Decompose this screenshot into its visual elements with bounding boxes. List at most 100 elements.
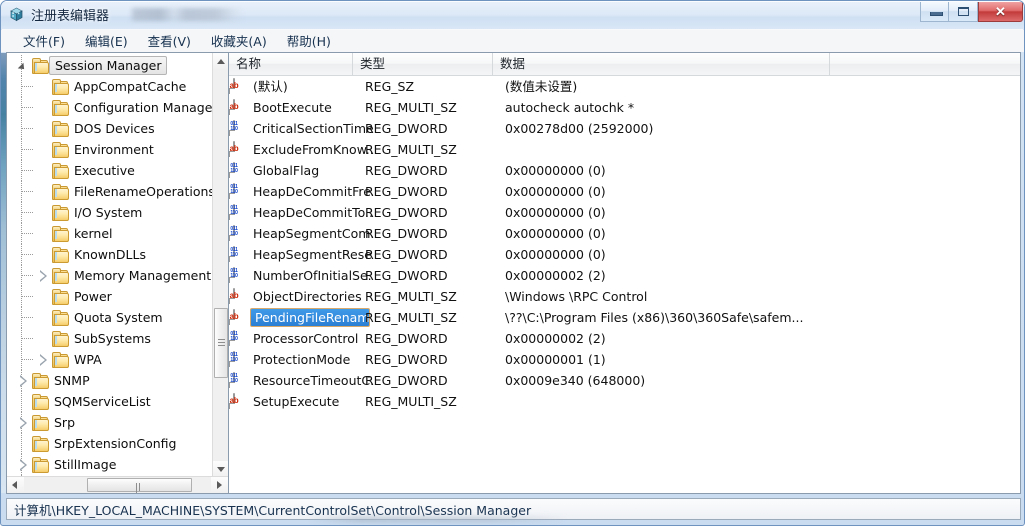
values-column-header: 名称 类型 数据 bbox=[229, 53, 1020, 76]
table-row[interactable]: 011 110 GlobalFlag REG_DWORD 0x00000000 (0) bbox=[229, 160, 1020, 181]
registry-editor-window: 注册表编辑器 ✕ 文件(F) 编辑(E) 查看(V) 收藏夹(A) 帮助(H) … bbox=[0, 0, 1025, 526]
tree-node-dos-devices[interactable]: DOS Devices bbox=[7, 118, 212, 139]
folder-icon bbox=[51, 79, 69, 95]
string-value-icon: ab bbox=[230, 288, 248, 304]
tree-node-session-manager[interactable]: Session Manager bbox=[7, 55, 212, 76]
tree-node-knowndlls[interactable]: KnownDLLs bbox=[7, 244, 212, 265]
tree-node-label: Session Manager bbox=[49, 56, 168, 75]
scroll-right-arrow-icon[interactable] bbox=[211, 477, 228, 493]
dword-value-icon: 011 110 bbox=[230, 351, 248, 367]
tree-indent-guide bbox=[7, 454, 22, 475]
tree-node-stillimage[interactable]: StillImage bbox=[7, 454, 212, 475]
tree-node-power[interactable]: Power bbox=[7, 286, 212, 307]
menu-edit[interactable]: 编辑(E) bbox=[75, 29, 138, 53]
table-row[interactable]: 011 110 HeapDeCommitFre... REG_DWORD 0x00000… bbox=[229, 181, 1020, 202]
tree-node-environment[interactable]: Environment bbox=[7, 139, 212, 160]
collapse-arrow-icon[interactable] bbox=[17, 55, 31, 76]
value-name: BootExecute bbox=[253, 100, 332, 115]
table-row[interactable]: ab ExcludeFromKnow... REG_MULTI_SZ bbox=[229, 139, 1020, 160]
value-name: SetupExecute bbox=[253, 394, 340, 409]
tree-node-filerenameoperations[interactable]: FileRenameOperations bbox=[7, 181, 212, 202]
value-name: PendingFileRenam... bbox=[250, 308, 370, 327]
expand-arrow-icon[interactable] bbox=[17, 370, 31, 391]
table-row[interactable]: ab PendingFileRenam... REG_MULTI_SZ \??\C:\… bbox=[229, 307, 1020, 328]
expand-arrow-icon[interactable] bbox=[17, 454, 31, 475]
values-row-list: ab (默认) REG_SZ (数值未设置) ab BootExecute REG_MULT… bbox=[229, 76, 1020, 493]
column-type[interactable]: 类型 bbox=[353, 53, 493, 75]
close-button[interactable]: ✕ bbox=[978, 2, 1023, 22]
table-row[interactable]: ab SetupExecute REG_MULTI_SZ bbox=[229, 391, 1020, 412]
table-row[interactable]: 011 110 ResourceTimeoutC... REG_DWORD 0x0009… bbox=[229, 370, 1020, 391]
tree-indent-guide bbox=[7, 412, 22, 433]
tree-node-executive[interactable]: Executive bbox=[7, 160, 212, 181]
table-row[interactable]: ab ObjectDirectories REG_MULTI_SZ \Windows … bbox=[229, 286, 1020, 307]
menu-help[interactable]: 帮助(H) bbox=[277, 29, 341, 53]
tree-vscroll-thumb[interactable] bbox=[214, 308, 228, 378]
value-data: 0x00000000 (0) bbox=[505, 163, 606, 178]
expand-arrow-icon[interactable] bbox=[17, 412, 31, 433]
scrollbar-grip-icon bbox=[218, 339, 225, 347]
tree-indent-guide bbox=[7, 286, 37, 307]
tree-node-snmp[interactable]: SNMP bbox=[7, 370, 212, 391]
menu-favorites[interactable]: 收藏夹(A) bbox=[201, 29, 277, 53]
value-type: REG_MULTI_SZ bbox=[365, 142, 457, 157]
value-type: REG_DWORD bbox=[365, 373, 448, 388]
tree-node-label: Quota System bbox=[74, 310, 163, 325]
tree-node-appcompatcache[interactable]: AppCompatCache bbox=[7, 76, 212, 97]
tree-node-i-o-system[interactable]: I/O System bbox=[7, 202, 212, 223]
value-data: 0x0009e340 (648000) bbox=[505, 373, 646, 388]
tree-node-label: KnownDLLs bbox=[74, 247, 146, 262]
value-type: REG_DWORD bbox=[365, 226, 448, 241]
value-name: ProtectionMode bbox=[253, 352, 351, 367]
value-data: 0x00000000 (0) bbox=[505, 247, 606, 262]
minimize-button[interactable] bbox=[920, 2, 949, 22]
table-row[interactable]: 011 110 HeapSegmentRese... REG_DWORD 0x00000… bbox=[229, 244, 1020, 265]
column-data[interactable]: 数据 bbox=[493, 53, 830, 75]
scrollbar-grip-icon bbox=[135, 483, 144, 493]
tree-node-srp[interactable]: Srp bbox=[7, 412, 212, 433]
value-name: ResourceTimeoutC... bbox=[253, 373, 373, 388]
tree-hscroll-thumb[interactable] bbox=[87, 478, 192, 493]
expand-arrow-icon[interactable] bbox=[37, 349, 51, 370]
value-data: 0x00278d00 (2592000) bbox=[505, 121, 654, 136]
table-row[interactable]: 011 110 ProtectionMode REG_DWORD 0x00000001 … bbox=[229, 349, 1020, 370]
tree-node-srpextensionconfig[interactable]: SrpExtensionConfig bbox=[7, 433, 212, 454]
tree-node-quota-system[interactable]: Quota System bbox=[7, 307, 212, 328]
menu-view[interactable]: 查看(V) bbox=[138, 29, 201, 53]
tree-node-wpa[interactable]: WPA bbox=[7, 349, 212, 370]
tree-node-kernel[interactable]: kernel bbox=[7, 223, 212, 244]
table-row[interactable]: 011 110 NumberOfInitialSe... REG_DWORD 0x000… bbox=[229, 265, 1020, 286]
folder-icon bbox=[51, 163, 69, 179]
tree-node-label: FileRenameOperations bbox=[74, 184, 212, 199]
folder-icon bbox=[51, 205, 69, 221]
value-data: 0x00000001 (1) bbox=[505, 352, 606, 367]
table-row[interactable]: 011 110 HeapSegmentCom... REG_DWORD 0x000000… bbox=[229, 223, 1020, 244]
expand-arrow-icon[interactable] bbox=[37, 265, 51, 286]
value-name: ProcessorControl bbox=[253, 331, 359, 346]
tree-vertical-scrollbar[interactable] bbox=[212, 53, 228, 478]
registry-editor-icon bbox=[8, 6, 25, 23]
titlebar[interactable]: 注册表编辑器 ✕ bbox=[1, 1, 1024, 28]
tree-horizontal-scrollbar[interactable] bbox=[7, 476, 228, 493]
tree-node-memory-management[interactable]: Memory Management bbox=[7, 265, 212, 286]
table-row[interactable]: 011 110 ProcessorControl REG_DWORD 0x0000000… bbox=[229, 328, 1020, 349]
tree-node-label: StillImage bbox=[54, 457, 117, 472]
menubar: 文件(F) 编辑(E) 查看(V) 收藏夹(A) 帮助(H) bbox=[1, 30, 1024, 52]
tree-node-sqmservicelist[interactable]: SQMServiceList bbox=[7, 391, 212, 412]
scroll-up-arrow-icon[interactable] bbox=[213, 53, 228, 70]
folder-icon bbox=[51, 352, 69, 368]
tree-node-label: Memory Management bbox=[74, 268, 212, 283]
tree-node-configuration-manager[interactable]: Configuration Manager bbox=[7, 97, 212, 118]
table-row[interactable]: ab (默认) REG_SZ (数值未设置) bbox=[229, 76, 1020, 97]
tree-node-subsystems[interactable]: SubSystems bbox=[7, 328, 212, 349]
table-row[interactable]: 011 110 CriticalSectionTime... REG_DWORD 0x0… bbox=[229, 118, 1020, 139]
maximize-button[interactable] bbox=[949, 2, 978, 22]
table-row[interactable]: 011 110 HeapDeCommitTo... REG_DWORD 0x000000… bbox=[229, 202, 1020, 223]
menu-file[interactable]: 文件(F) bbox=[13, 29, 75, 53]
scroll-left-arrow-icon[interactable] bbox=[7, 477, 24, 493]
value-type: REG_DWORD bbox=[365, 247, 448, 262]
column-name[interactable]: 名称 bbox=[229, 53, 353, 75]
table-row[interactable]: ab BootExecute REG_MULTI_SZ autocheck autoc… bbox=[229, 97, 1020, 118]
